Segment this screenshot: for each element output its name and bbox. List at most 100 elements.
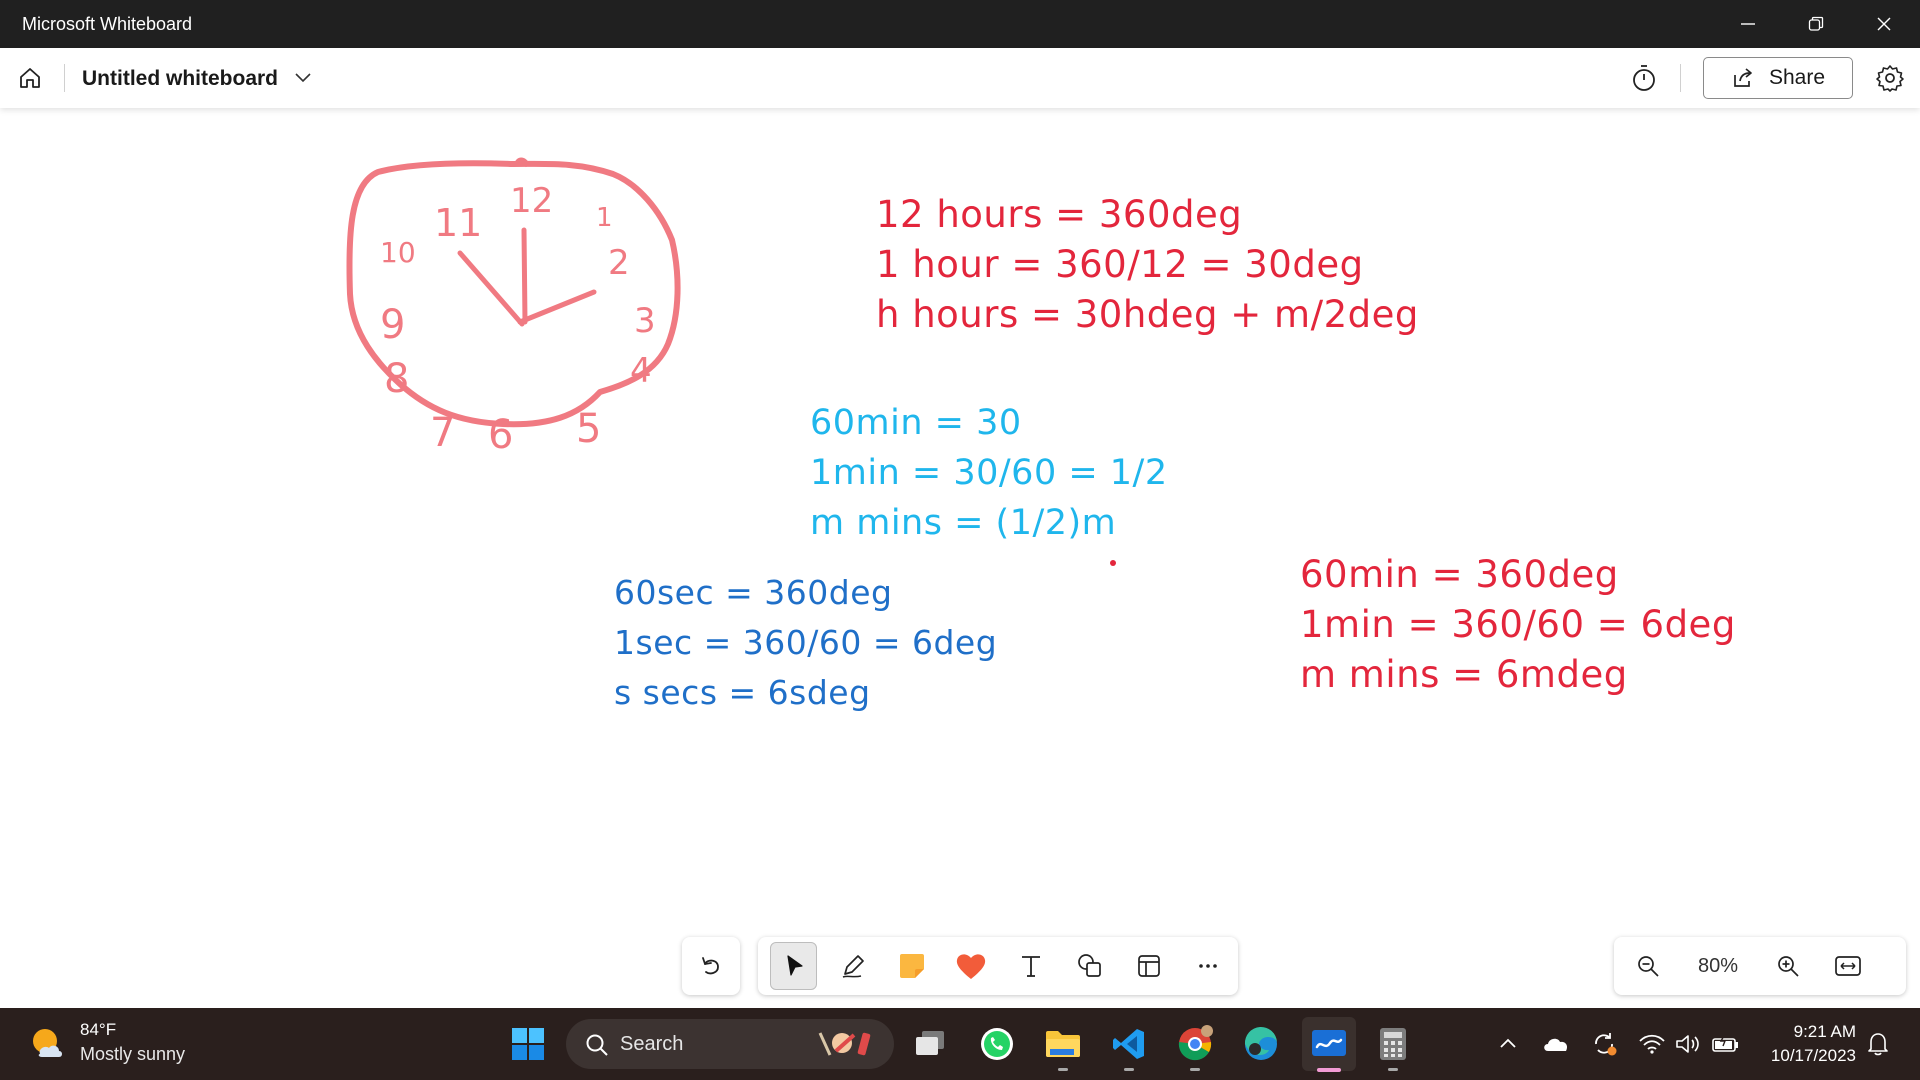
ink-dot[interactable] [1110,560,1116,566]
undo-toolbar [682,937,740,995]
volume-button[interactable] [1672,1028,1704,1060]
restore-button[interactable] [1782,0,1850,48]
whatsapp-button[interactable] [975,1022,1019,1066]
windows-icon [512,1028,544,1060]
share-icon [1734,68,1752,87]
task-view-button[interactable] [908,1022,952,1066]
search-placeholder: Search [620,1033,684,1055]
taskbar-clock[interactable]: 9:21 AM 10/17/2023 [1771,1020,1856,1068]
zoom-level[interactable]: 80% [1678,955,1758,978]
timer-icon [1633,65,1655,91]
ink-line: s secs = 6sdeg [614,673,871,712]
taskbar-search[interactable]: Search [566,1019,894,1069]
home-icon [20,68,40,88]
reactions-button[interactable] [948,942,995,990]
minute-hand [521,227,528,325]
weather-desc: Mostly sunny [80,1044,186,1064]
sticky-note-button[interactable] [889,942,936,990]
select-tool-button[interactable] [770,942,818,990]
running-indicator [1190,1068,1200,1071]
ink-line: 1min = 30/60 = 1/2 [810,453,1168,493]
wifi-button[interactable] [1636,1028,1668,1060]
whatsapp-icon [981,1028,1013,1060]
notifications-button[interactable] [1862,1028,1894,1060]
chevron-up-icon [1500,1038,1516,1048]
sync-button[interactable] [1588,1028,1620,1060]
timer-button[interactable] [1628,62,1660,99]
chrome-icon [1178,1025,1213,1061]
board-menu-button[interactable] [292,66,314,93]
ink-minutes-red-group[interactable]: 60min = 360deg 1min = 360/60 = 6deg m mi… [1300,550,1736,700]
clock-number: 10 [380,236,416,269]
zoom-out-icon [1638,956,1659,977]
sticky-note-icon [900,954,925,978]
settings-button[interactable] [1874,62,1906,99]
share-button[interactable]: Share [1703,57,1853,99]
ink-hours-group[interactable]: 12 hours = 360deg 1 hour = 360/12 = 30de… [876,190,1419,340]
start-button[interactable] [506,1022,550,1066]
ink-line: m mins = 6mdeg [1300,653,1628,696]
hour-hand [517,289,597,325]
minimize-button[interactable] [1714,0,1782,48]
wifi-icon [1639,1034,1665,1054]
clock-drawing[interactable]: 12 1 2 3 4 5 6 7 8 9 10 11 [338,154,718,454]
clock-number: 5 [576,406,601,452]
whiteboard-icon [1312,1030,1346,1056]
divider [64,64,65,92]
title-bar: Microsoft Whiteboard [0,0,1920,48]
zoom-out-button[interactable] [1624,942,1672,990]
vscode-button[interactable] [1107,1022,1151,1066]
ink-line: 60min = 30 [810,403,1022,443]
onedrive-button[interactable] [1540,1028,1572,1060]
whiteboard-canvas[interactable]: 12 1 2 3 4 5 6 7 8 9 10 11 12 hours = 36… [0,108,1920,1008]
ink-minutes-cyan-group[interactable]: 60min = 30 1min = 30/60 = 1/2 m mins = (… [810,398,1168,548]
undo-button[interactable] [687,942,735,990]
text-icon [1021,956,1040,977]
second-hand [457,250,525,327]
weather-widget[interactable]: 84°F Mostly sunny [28,1020,185,1065]
clock-number: 6 [488,412,513,454]
battery-button[interactable] [1710,1028,1742,1060]
app-header: Untitled whiteboard Share [0,48,1920,108]
clock-number: 11 [434,201,482,245]
whiteboard-app-button[interactable] [1302,1017,1356,1071]
vscode-icon [1113,1029,1144,1059]
clock-number: 8 [384,356,409,402]
ink-seconds-group[interactable]: 60sec = 360deg 1sec = 360/60 = 6deg s se… [614,568,997,718]
board-title[interactable]: Untitled whiteboard [82,67,278,91]
running-indicator [1058,1068,1068,1071]
running-indicator [1388,1068,1398,1071]
fit-to-screen-button[interactable] [1824,942,1872,990]
clock-number: 3 [634,301,656,341]
file-explorer-button[interactable] [1041,1022,1085,1066]
chevron-down-icon [295,73,311,83]
undo-icon [702,957,719,975]
folder-icon [1046,1031,1080,1057]
calculator-icon [1380,1028,1406,1060]
clock-number: 9 [380,302,405,348]
templates-button[interactable] [1126,942,1173,990]
active-indicator [1317,1068,1341,1072]
sync-icon [1595,1033,1617,1056]
show-hidden-icons-button[interactable] [1492,1028,1524,1060]
home-button[interactable] [14,62,46,94]
ink-line: 1 hour = 360/12 = 30deg [876,243,1364,286]
text-tool-button[interactable] [1007,942,1054,990]
pen-tool-button[interactable] [829,942,876,990]
fit-screen-icon [1835,956,1861,976]
search-icon [586,1034,608,1056]
more-options-button[interactable] [1185,942,1232,990]
ink-line: 12 hours = 360deg [876,193,1243,236]
cursor-icon [787,955,803,976]
clock-number: 4 [630,351,652,391]
close-button[interactable] [1850,0,1918,48]
clock-number: 7 [430,410,455,454]
chrome-button[interactable] [1173,1022,1217,1066]
restore-icon [1808,16,1824,31]
shapes-button[interactable] [1066,942,1113,990]
more-icon [1199,964,1218,968]
ink-line: 60sec = 360deg [614,573,893,612]
edge-button[interactable] [1239,1022,1283,1066]
calculator-button[interactable] [1371,1022,1415,1066]
zoom-in-button[interactable] [1764,942,1812,990]
